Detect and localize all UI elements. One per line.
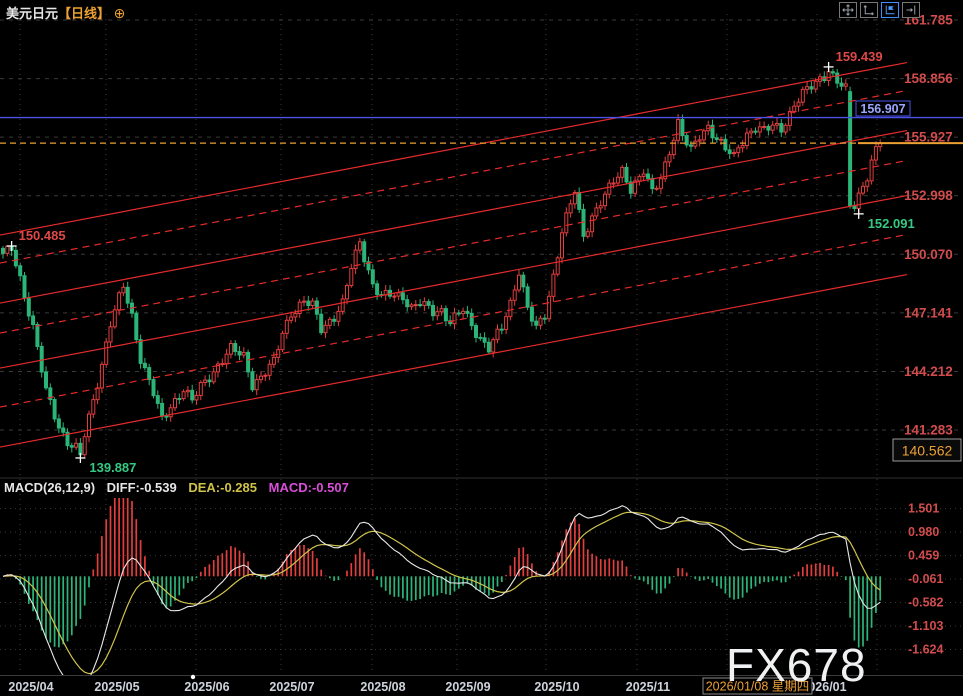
horizontal-price-lines: [0, 118, 963, 144]
month-label: 2025/09: [445, 680, 490, 694]
month-label: 2025/07: [269, 680, 314, 694]
crosshair-price-value: 140.562: [902, 443, 953, 459]
price-tick-label: 150.070: [904, 247, 953, 262]
axis-marker-dot: [191, 675, 195, 679]
month-label: 2025/05: [94, 680, 139, 694]
pan-right-tool-icon[interactable]: [902, 2, 920, 18]
month-label: 2025/10: [534, 680, 579, 694]
macd-diff-value: DIFF:-0.539: [107, 480, 177, 495]
macd-macd-value: MACD:-0.507: [269, 480, 349, 495]
price-tick-label: 152.998: [904, 188, 953, 203]
fx678-watermark: FX678: [726, 638, 867, 692]
macd-tick-label: 1.501: [908, 502, 939, 516]
price-tick-label: 147.141: [904, 305, 953, 320]
time-axis: 2025/04 2025/05 2025/06 2025/07 2025/08 2025/…: [8, 675, 846, 694]
price-tick-label: 158.856: [904, 71, 953, 86]
chart-title-bar: 美元日元【日线】 ⊕: [6, 3, 125, 22]
candlesticks: [2, 67, 882, 458]
move-tool-icon[interactable]: [839, 2, 857, 18]
axis-scale-tool-icon[interactable]: [860, 2, 878, 18]
extreme-annotations: 150.485 139.887 159.439 152.091: [7, 49, 915, 475]
extreme-price-label: 150.485: [19, 228, 66, 243]
extreme-price-label: 152.091: [868, 216, 915, 231]
extreme-price-label: 159.439: [836, 49, 883, 64]
macd-tick-label: 0.980: [908, 525, 939, 539]
macd-dea-value: DEA:-0.285: [188, 480, 257, 495]
macd-tick-label: -1.624: [908, 643, 943, 657]
macd-indicator-name: MACD(26,12,9): [4, 480, 95, 495]
macd-axis-labels: 1.501 0.980 0.459 -0.061 -0.582 -1.103 -1.624: [908, 502, 943, 657]
price-tick-label: 144.212: [904, 364, 953, 379]
auto-scale-flag-tool-icon[interactable]: [881, 2, 899, 18]
month-label: 2025/08: [360, 680, 405, 694]
month-label: 2025/06: [184, 680, 229, 694]
extreme-price-label: 139.887: [89, 460, 136, 475]
instrument-title: 美元日元: [6, 6, 58, 21]
macd-tick-label: -0.061: [908, 572, 943, 586]
macd-tick-label: -1.103: [908, 619, 943, 633]
chart-toolbar: [839, 2, 920, 18]
price-tick-label: 141.283: [904, 423, 953, 438]
macd-tick-label: 0.459: [908, 549, 939, 563]
price-axis-labels: 161.785158.856155.927152.998150.070147.1…: [856, 13, 961, 462]
macd-tick-label: -0.582: [908, 596, 943, 610]
price-tick-label: 155.927: [904, 130, 953, 145]
period-tag: 【日线】: [58, 6, 110, 21]
chart-app: 美元日元【日线】 ⊕ 150.485139.887159.439152.0911…: [0, 0, 963, 696]
month-label: 2025/04: [8, 680, 53, 694]
chart-canvas[interactable]: 150.485139.887159.439152.091161.785158.8…: [0, 0, 963, 696]
macd-header: MACD(26,12,9) DIFF:-0.539 DEA:-0.285 MAC…: [4, 480, 357, 495]
trend-channel-lines: [0, 63, 907, 448]
month-label: 2025/11: [626, 680, 671, 694]
blue-price-label: 156.907: [860, 102, 905, 116]
zoom-plus-icon[interactable]: ⊕: [114, 5, 126, 21]
